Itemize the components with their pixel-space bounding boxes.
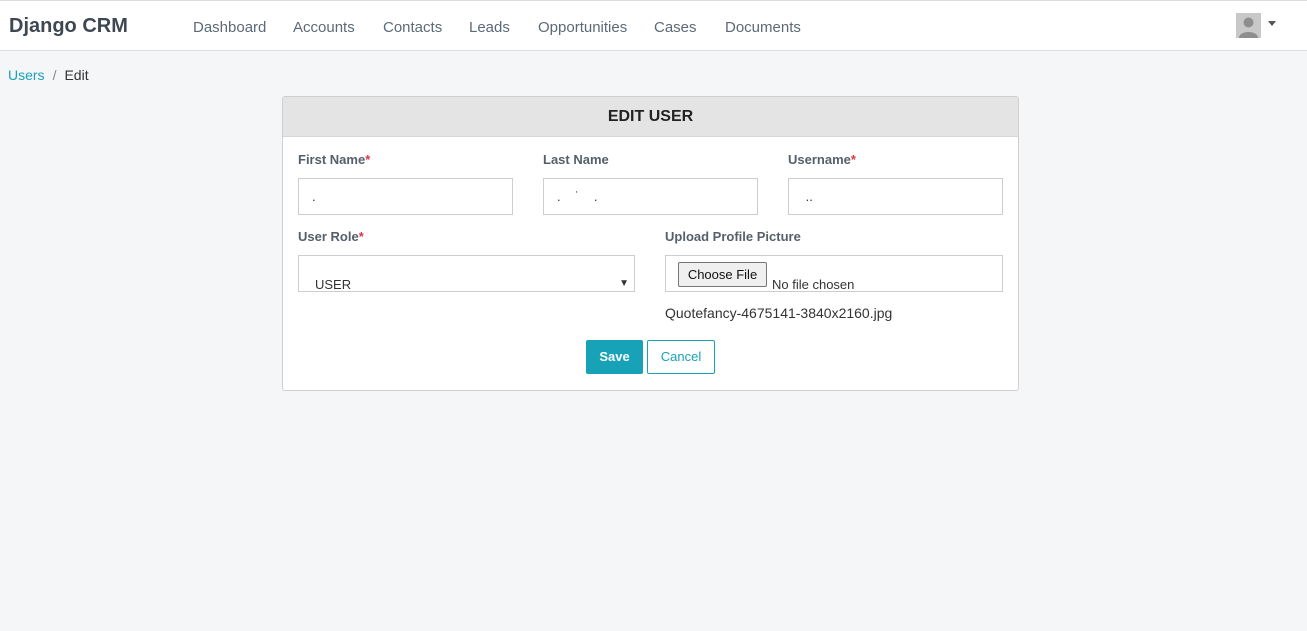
user-role-label: User Role*	[298, 229, 364, 244]
required-marker: *	[850, 152, 856, 167]
nav-accounts[interactable]: Accounts	[293, 19, 355, 36]
first-name-label-text: First Name	[298, 152, 366, 167]
edit-user-card: EDIT USER First Name* . Last Name . ˙ . …	[282, 96, 1019, 391]
nav-opportunities[interactable]: Opportunities	[538, 19, 627, 36]
first-name-label: First Name*	[298, 152, 370, 167]
top-navbar: Django CRM Dashboard Accounts Contacts L…	[0, 0, 1307, 51]
username-input[interactable]: ..	[788, 178, 1003, 215]
card-title: EDIT USER	[283, 97, 1018, 137]
last-name-label: Last Name	[543, 152, 609, 167]
current-profile-picture: Quotefancy-4675141-3840x2160.jpg	[665, 305, 893, 321]
breadcrumb: Users / Edit	[8, 67, 89, 83]
user-role-selected: USER	[315, 277, 352, 292]
required-marker: *	[358, 229, 364, 244]
select-caret-icon: ▼	[619, 278, 629, 289]
caret-down-icon[interactable]	[1268, 21, 1276, 26]
nav-documents[interactable]: Documents	[725, 19, 801, 36]
profile-picture-input: Choose File No file chosen	[665, 255, 1003, 292]
first-name-input[interactable]: .	[298, 178, 513, 215]
save-button[interactable]: Save	[586, 340, 643, 374]
nav-contacts[interactable]: Contacts	[383, 19, 442, 36]
username-label: Username*	[788, 152, 856, 167]
user-avatar-icon[interactable]	[1236, 13, 1261, 38]
brand-logo[interactable]: Django CRM	[9, 15, 128, 38]
required-marker: *	[365, 152, 371, 167]
breadcrumb-users-link[interactable]: Users	[8, 67, 45, 83]
nav-dashboard[interactable]: Dashboard	[193, 19, 266, 36]
user-role-select[interactable]: USER ▼	[298, 255, 635, 292]
profile-picture-label: Upload Profile Picture	[665, 229, 801, 244]
nav-cases[interactable]: Cases	[654, 19, 697, 36]
last-name-input[interactable]: . ˙ .	[543, 178, 758, 215]
user-role-label-text: User Role	[298, 229, 359, 244]
username-label-text: Username	[788, 152, 851, 167]
choose-file-button[interactable]: Choose File	[678, 262, 767, 287]
file-status: No file chosen	[772, 277, 855, 292]
breadcrumb-separator: /	[52, 67, 57, 83]
nav-leads[interactable]: Leads	[469, 19, 510, 36]
cancel-button[interactable]: Cancel	[647, 340, 715, 374]
breadcrumb-current: Edit	[64, 67, 89, 83]
